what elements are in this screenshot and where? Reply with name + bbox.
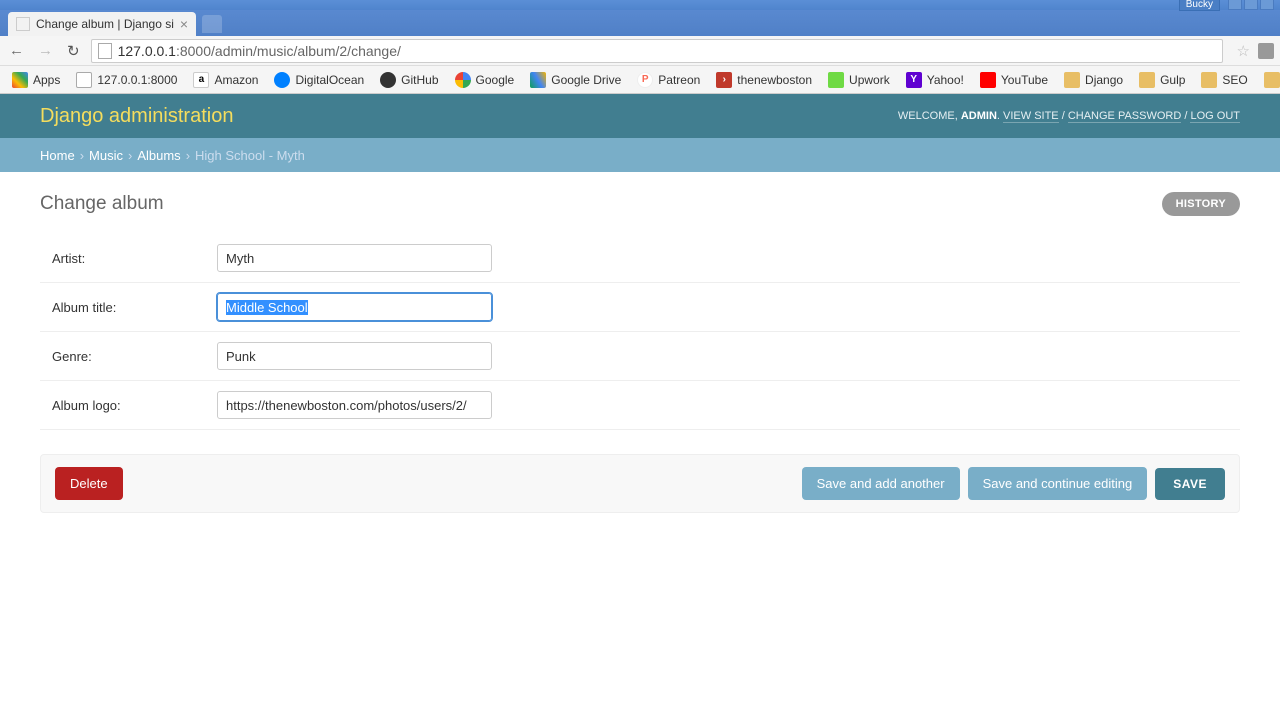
- admin-site-title: Django administration: [40, 105, 233, 128]
- bookmark-item[interactable]: DigitalOcean: [268, 69, 370, 91]
- save-continue-button[interactable]: Save and continue editing: [968, 467, 1148, 500]
- breadcrumb-home[interactable]: Home: [40, 148, 75, 163]
- bookmark-item[interactable]: ›thenewboston: [710, 69, 818, 91]
- welcome-text: WELCOME,: [898, 110, 961, 122]
- bookmark-item[interactable]: Django: [1058, 69, 1129, 91]
- breadcrumb-current: High School - Myth: [195, 148, 305, 163]
- page-heading: Change album: [40, 193, 164, 215]
- apps-icon: [12, 72, 28, 88]
- logout-link[interactable]: LOG OUT: [1190, 110, 1240, 123]
- bookmark-item[interactable]: Upwork: [822, 69, 896, 91]
- artist-label: Artist:: [52, 251, 217, 266]
- admin-user-tools: WELCOME, ADMIN. VIEW SITE / CHANGE PASSW…: [898, 110, 1240, 122]
- site-info-icon[interactable]: [98, 43, 112, 59]
- browser-tab[interactable]: Change album | Django si ×: [8, 12, 196, 36]
- youtube-icon: [980, 72, 996, 88]
- history-button[interactable]: HISTORY: [1162, 192, 1240, 216]
- browser-tab-strip: Change album | Django si ×: [0, 10, 1280, 36]
- thenewboston-icon: ›: [716, 72, 732, 88]
- bookmark-item[interactable]: Google Drive: [524, 69, 627, 91]
- album-title-label: Album title:: [52, 300, 217, 315]
- url-host: 127.0.0.1: [118, 43, 176, 59]
- reload-button[interactable]: ↻: [64, 42, 83, 60]
- bookmark-item[interactable]: 127.0.0.1:8000: [70, 69, 183, 91]
- breadcrumb-model[interactable]: Albums: [137, 148, 180, 163]
- bookmark-item[interactable]: Google: [449, 69, 521, 91]
- tab-title: Change album | Django si: [36, 17, 174, 31]
- admin-header: Django administration WELCOME, ADMIN. VI…: [0, 94, 1280, 138]
- new-tab-button[interactable]: [202, 15, 222, 33]
- patreon-icon: P: [637, 72, 653, 88]
- bookmark-item[interactable]: aAmazon: [187, 69, 264, 91]
- url-path: /admin/music/album/2/change/: [211, 43, 401, 59]
- google-icon: [455, 72, 471, 88]
- breadcrumb-app[interactable]: Music: [89, 148, 123, 163]
- change-password-link[interactable]: CHANGE PASSWORD: [1068, 110, 1181, 123]
- extension-icon[interactable]: [1258, 43, 1274, 59]
- bookmark-item[interactable]: GitHub: [374, 69, 444, 91]
- save-add-another-button[interactable]: Save and add another: [802, 467, 960, 500]
- folder-icon: [1264, 72, 1280, 88]
- address-bar[interactable]: 127.0.0.1:8000/admin/music/album/2/chang…: [91, 39, 1223, 63]
- save-button[interactable]: SAVE: [1155, 468, 1225, 500]
- album-logo-input[interactable]: [217, 391, 492, 419]
- content-main: Change album HISTORY Artist: Album title…: [0, 172, 1280, 533]
- artist-input[interactable]: [217, 244, 492, 272]
- page-icon: [76, 72, 92, 88]
- folder-icon: [1201, 72, 1217, 88]
- delete-button[interactable]: Delete: [55, 467, 123, 500]
- forward-button[interactable]: →: [35, 42, 56, 59]
- view-site-link[interactable]: VIEW SITE: [1003, 110, 1059, 123]
- bookmark-star-icon[interactable]: ☆: [1237, 42, 1250, 60]
- window-minimize-button[interactable]: [1228, 0, 1242, 10]
- browser-toolbar: ← → ↻ 127.0.0.1:8000/admin/music/album/2…: [0, 36, 1280, 66]
- form-row-genre: Genre:: [40, 332, 1240, 381]
- bookmark-item[interactable]: PPatreon: [631, 69, 706, 91]
- apps-button[interactable]: Apps: [6, 69, 66, 91]
- tab-close-icon[interactable]: ×: [180, 16, 188, 32]
- form-row-album-logo: Album logo:: [40, 381, 1240, 430]
- breadcrumb: Home › Music › Albums › High School - My…: [0, 138, 1280, 172]
- submit-row: Delete Save and add another Save and con…: [40, 454, 1240, 513]
- digitalocean-icon: [274, 72, 290, 88]
- bookmark-item[interactable]: SEO: [1195, 69, 1253, 91]
- google-drive-icon: [530, 72, 546, 88]
- bookmark-item[interactable]: Gulp: [1133, 69, 1191, 91]
- folder-icon: [1139, 72, 1155, 88]
- window-user-label: Bucky: [1179, 0, 1220, 11]
- bookmarks-bar: Apps 127.0.0.1:8000 aAmazon DigitalOcean…: [0, 66, 1280, 94]
- genre-label: Genre:: [52, 349, 217, 364]
- album-logo-label: Album logo:: [52, 398, 217, 413]
- github-icon: [380, 72, 396, 88]
- window-maximize-button[interactable]: [1244, 0, 1258, 10]
- window-close-button[interactable]: [1260, 0, 1274, 10]
- amazon-icon: a: [193, 72, 209, 88]
- form-row-album-title: Album title:: [40, 283, 1240, 332]
- album-title-input[interactable]: [217, 293, 492, 321]
- genre-input[interactable]: [217, 342, 492, 370]
- bookmark-item[interactable]: YouTube: [974, 69, 1054, 91]
- form-row-artist: Artist:: [40, 234, 1240, 283]
- yahoo-icon: Y: [906, 72, 922, 88]
- folder-icon: [1064, 72, 1080, 88]
- bookmark-item[interactable]: YYahoo!: [900, 69, 970, 91]
- upwork-icon: [828, 72, 844, 88]
- admin-username: ADMIN: [961, 110, 997, 122]
- url-port: :8000: [176, 43, 211, 59]
- window-titlebar: Bucky: [0, 0, 1280, 10]
- back-button[interactable]: ←: [6, 42, 27, 59]
- page-favicon-icon: [16, 17, 30, 31]
- bookmark-item[interactable]: Social: [1258, 69, 1280, 91]
